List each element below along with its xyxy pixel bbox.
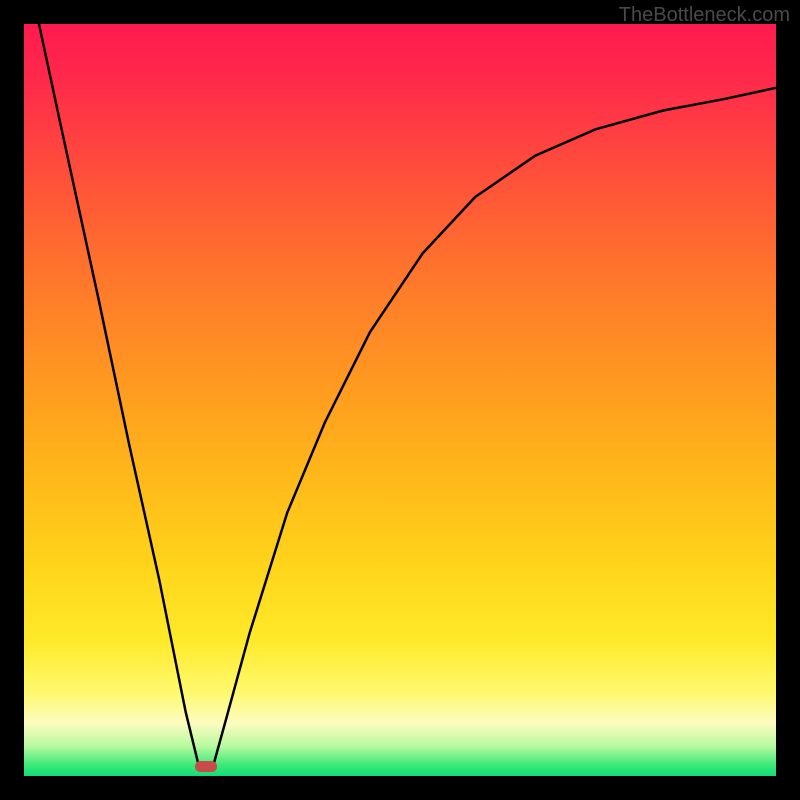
curve-path <box>39 24 776 765</box>
watermark-label: TheBottleneck.com <box>619 4 790 27</box>
curve-canvas <box>24 24 776 776</box>
plot-area <box>24 24 776 776</box>
min-marker <box>195 761 217 772</box>
